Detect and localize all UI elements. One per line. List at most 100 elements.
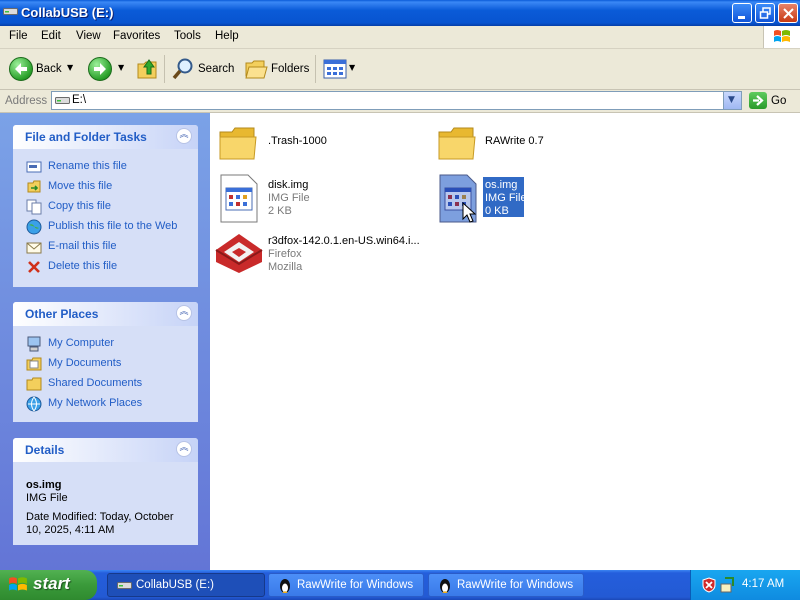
drive-icon <box>55 97 70 104</box>
search-button[interactable]: Search <box>198 63 234 75</box>
details-file-name: os.img <box>26 479 62 491</box>
shared-folder-icon <box>26 377 42 391</box>
start-button[interactable]: start <box>0 570 97 600</box>
address-label: Address <box>5 95 48 107</box>
views-dropdown-icon[interactable]: ▼ <box>349 63 355 72</box>
rename-icon <box>26 161 42 173</box>
folder-icon <box>438 127 476 160</box>
details-file-type: IMG File <box>26 492 68 504</box>
details-panel: Details ︽ os.img IMG File Date Modified:… <box>13 438 198 545</box>
back-arrow-icon <box>15 63 27 75</box>
menu-file[interactable]: File <box>9 30 28 42</box>
taskbar-button-rawrite-2[interactable]: RawWrite for Windows <box>428 573 584 597</box>
taskbar: start CollabUSB (E:) RawWrite for Window… <box>0 570 800 600</box>
img-file-icon <box>220 174 258 223</box>
minimize-button[interactable] <box>732 3 752 23</box>
menu-tools[interactable]: Tools <box>174 30 201 42</box>
file-item-os-img-selected[interactable]: os.img IMG File 0 KB <box>437 174 637 224</box>
file-folder-tasks-header[interactable]: File and Folder Tasks ︽ <box>13 125 198 149</box>
menu-favorites[interactable]: Favorites <box>113 30 160 42</box>
views-icon[interactable] <box>323 58 347 80</box>
folders-button[interactable]: Folders <box>271 63 309 75</box>
file-item-disk-img[interactable]: disk.img IMG File 2 KB <box>218 174 418 224</box>
network-status-icon[interactable] <box>719 576 737 594</box>
task-label: Rename this file <box>48 160 127 172</box>
mouse-pointer-icon <box>462 202 476 223</box>
file-size: 0 KB <box>485 205 509 217</box>
place-label: Shared Documents <box>48 377 143 389</box>
email-icon <box>26 242 42 254</box>
task-label: Copy this file <box>48 200 111 212</box>
taskbar-button-collabusb[interactable]: CollabUSB (E:) <box>107 573 265 597</box>
drive-icon <box>117 582 132 589</box>
file-name: disk.img <box>268 179 309 191</box>
file-item-trash[interactable]: .Trash-1000 <box>218 123 418 163</box>
network-globe-icon <box>26 396 42 412</box>
file-type: IMG File <box>268 192 310 204</box>
toolbar-separator <box>164 55 165 83</box>
copy-icon <box>26 199 42 215</box>
file-type: Firefox <box>268 248 302 260</box>
file-size: 2 KB <box>268 205 292 217</box>
forward-arrow-icon <box>94 63 106 75</box>
up-folder-icon[interactable] <box>136 56 158 80</box>
place-label: My Documents <box>48 357 122 369</box>
file-item-rawrite[interactable]: RAWrite 0.7 <box>437 123 637 163</box>
computer-icon <box>27 336 41 352</box>
task-label: Delete this file <box>48 260 118 272</box>
delete-x-icon <box>28 261 40 273</box>
address-dropdown-button[interactable]: ▼ <box>723 92 741 109</box>
file-name: .Trash-1000 <box>268 135 327 147</box>
globe-icon <box>26 219 42 235</box>
go-button[interactable]: Go <box>771 95 786 107</box>
collapse-chevron-icon[interactable]: ︽ <box>176 305 192 321</box>
r3dfox-app-icon <box>215 234 263 273</box>
file-folder-tasks-panel: File and Folder Tasks ︽ Rename this file… <box>13 125 198 287</box>
details-header[interactable]: Details ︽ <box>13 438 198 462</box>
task-label: E-mail this file <box>48 240 117 252</box>
file-type: IMG File <box>485 192 527 204</box>
menu-help[interactable]: Help <box>215 30 239 42</box>
file-name: RAWrite 0.7 <box>485 135 544 147</box>
close-button[interactable] <box>778 3 798 23</box>
penguin-icon <box>280 579 290 593</box>
security-shield-icon[interactable] <box>701 577 717 593</box>
place-label: My Network Places <box>48 397 143 409</box>
address-input[interactable]: E:\ ▼ <box>51 91 742 110</box>
folder-icon <box>219 127 257 160</box>
title-bar[interactable]: CollabUSB (E:) <box>0 0 800 26</box>
file-list[interactable]: .Trash-1000 RAWrite 0.7 disk.img IMG Fil… <box>210 113 800 570</box>
folders-icon[interactable] <box>244 58 268 80</box>
file-item-r3dfox[interactable]: r3dfox-142.0.1.en-US.win64.i... Firefox … <box>214 232 444 282</box>
back-button[interactable] <box>9 57 33 81</box>
collapse-chevron-icon[interactable]: ︽ <box>176 441 192 457</box>
panel-title: Details <box>25 443 65 457</box>
menu-edit[interactable]: Edit <box>41 30 61 42</box>
close-icon <box>783 8 794 19</box>
back-dropdown-icon[interactable]: ▼ <box>67 63 73 72</box>
collapse-chevron-icon[interactable]: ︽ <box>176 128 192 144</box>
move-icon <box>27 180 41 193</box>
toolbar-separator <box>315 55 316 83</box>
task-label: Publish this file to the Web <box>48 220 178 232</box>
search-icon[interactable] <box>171 57 195 81</box>
taskbar-button-label: RawWrite for Windows <box>457 579 574 591</box>
go-arrow-icon[interactable] <box>749 92 767 109</box>
windows-flag-icon <box>9 577 27 591</box>
forward-button[interactable] <box>88 57 112 81</box>
back-label[interactable]: Back <box>36 63 62 75</box>
task-label: Move this file <box>48 180 113 192</box>
file-name: r3dfox-142.0.1.en-US.win64.i... <box>268 235 420 247</box>
menu-view[interactable]: View <box>76 30 101 42</box>
taskbar-button-rawrite-1[interactable]: RawWrite for Windows <box>268 573 424 597</box>
clock[interactable]: 4:17 AM <box>742 578 784 590</box>
taskbar-button-label: RawWrite for Windows <box>297 579 414 591</box>
place-label: My Computer <box>48 337 115 349</box>
window-title: CollabUSB (E:) <box>21 5 114 20</box>
panel-title: Other Places <box>25 307 99 321</box>
forward-dropdown-icon[interactable]: ▼ <box>118 63 124 72</box>
other-places-header[interactable]: Other Places ︽ <box>13 302 198 326</box>
other-places-panel: Other Places ︽ My Computer My Documents … <box>13 302 198 422</box>
file-name: os.img <box>485 179 518 191</box>
restore-button[interactable] <box>755 3 775 23</box>
